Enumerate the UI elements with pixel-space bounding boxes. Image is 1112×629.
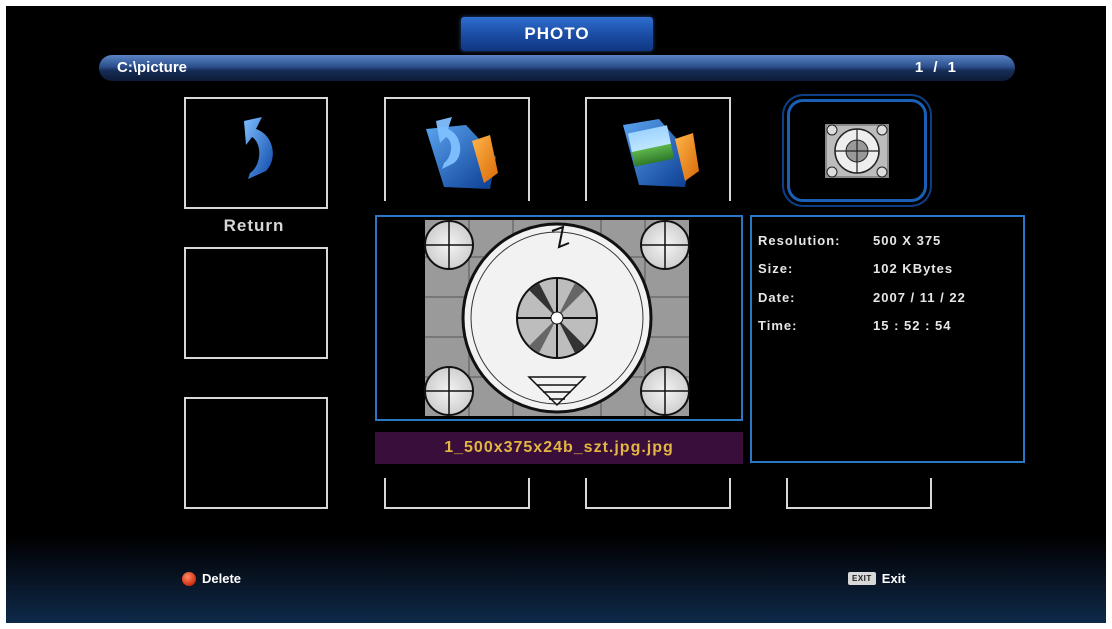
date-value: 2007 / 11 / 22 bbox=[873, 290, 966, 305]
image-info-panel: Resolution: 500 X 375 Size: 102 KBytes D… bbox=[750, 215, 1025, 463]
date-label: Date: bbox=[758, 290, 796, 305]
empty-tile[interactable] bbox=[384, 478, 530, 509]
selected-filename: 1_500x375x24b_szt.jpg.jpg bbox=[375, 432, 743, 464]
empty-tile[interactable] bbox=[786, 478, 932, 509]
folder-up-tile[interactable] bbox=[384, 97, 530, 201]
size-value: 102 KBytes bbox=[873, 261, 954, 276]
empty-tile[interactable] bbox=[184, 397, 328, 509]
folder-up-icon bbox=[426, 117, 498, 189]
resolution-label: Resolution: bbox=[758, 233, 841, 248]
red-button-icon bbox=[182, 571, 196, 586]
empty-tile[interactable] bbox=[184, 247, 328, 359]
exit-key-icon: EXIT bbox=[848, 572, 876, 585]
path-bar: C:\picture 1 / 1 bbox=[99, 55, 1015, 81]
page-title: PHOTO bbox=[461, 17, 653, 51]
page-indicator: 1 / 1 bbox=[914, 59, 959, 76]
size-label: Size: bbox=[758, 261, 794, 276]
time-value: 15 : 52 : 54 bbox=[873, 318, 952, 333]
current-path: C:\picture bbox=[117, 59, 188, 76]
selected-image-tile[interactable] bbox=[787, 99, 927, 202]
resolution-value: 500 X 375 bbox=[873, 233, 942, 248]
test-pattern-preview bbox=[424, 220, 690, 416]
delete-action[interactable]: Delete bbox=[182, 571, 241, 586]
folder-photo-icon bbox=[623, 119, 699, 187]
return-label: Return bbox=[223, 216, 285, 235]
empty-tile[interactable] bbox=[585, 478, 731, 509]
return-arrow-icon bbox=[244, 117, 273, 179]
folder-photo-tile[interactable] bbox=[585, 97, 731, 201]
return-tile[interactable] bbox=[184, 97, 328, 209]
test-pattern-thumbnail bbox=[825, 124, 889, 178]
exit-label: Exit bbox=[881, 571, 906, 586]
image-preview bbox=[375, 215, 743, 421]
time-label: Time: bbox=[758, 318, 798, 333]
exit-action[interactable]: EXIT Exit bbox=[848, 571, 906, 586]
delete-label: Delete bbox=[202, 571, 242, 586]
photo-browser-screen: PHOTO C:\picture 1 / 1 Return Resolution… bbox=[6, 6, 1106, 623]
